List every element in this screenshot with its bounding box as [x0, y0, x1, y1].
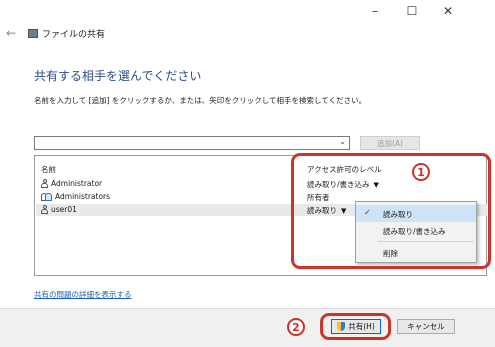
add-button[interactable]: 追加(A) — [360, 136, 420, 150]
sharing-troubleshoot-link[interactable]: 共有の問題の詳細を表示する — [34, 289, 132, 300]
back-arrow-icon[interactable]: ← — [6, 26, 16, 40]
instruction-text: 名前を入力して [追加] をクリックするか、または、矢印をクリックして相手を検索… — [34, 96, 367, 105]
annotation-box-1 — [291, 153, 491, 269]
share-app-icon — [28, 29, 38, 38]
annotation-badge-2: 2 — [287, 318, 305, 336]
user-name: user01 — [51, 205, 77, 214]
group-icon — [41, 192, 52, 201]
chevron-down-icon[interactable]: ⌄ — [339, 137, 346, 146]
column-header-name: 名前 — [41, 165, 56, 174]
user-name-cell: Administrators — [41, 192, 110, 201]
close-button[interactable]: ✕ — [431, 0, 465, 22]
user-name-cell: Administrator — [41, 179, 102, 188]
app-title-label: ファイルの共有 — [42, 30, 106, 40]
share-dialog: – ☐ ✕ ← ファイルの共有 共有する相手を選んでください 名前を入力して [… — [0, 0, 495, 347]
app-title: ファイルの共有 — [28, 27, 105, 40]
user-name-cell: user01 — [41, 205, 77, 214]
user-name: Administrators — [55, 192, 111, 201]
user-icon — [41, 179, 48, 188]
annotation-badge-1: 1 — [412, 163, 430, 181]
cancel-button[interactable]: キャンセル — [397, 319, 455, 334]
page-heading: 共有する相手を選んでください — [34, 69, 202, 83]
minimize-button[interactable]: – — [358, 0, 392, 22]
annotation-box-2 — [320, 313, 391, 340]
name-combo-input[interactable]: ⌄ — [34, 136, 350, 150]
maximize-button[interactable]: ☐ — [395, 0, 429, 22]
user-name: Administrator — [51, 179, 103, 188]
user-icon — [41, 205, 48, 214]
